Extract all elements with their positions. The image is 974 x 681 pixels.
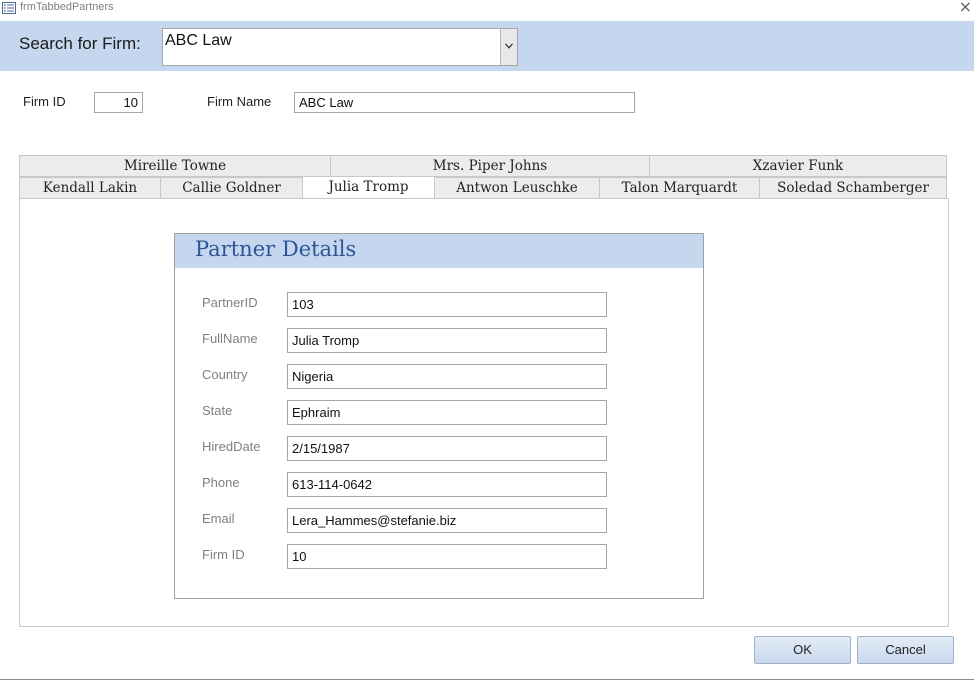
firm-id-label: Firm ID xyxy=(23,94,66,109)
firm-name-label: Firm Name xyxy=(207,94,272,109)
tab-partner[interactable]: Antwon Leuschke xyxy=(434,177,600,199)
partner-details-header: Partner Details xyxy=(175,234,703,268)
partner-tabs-row-1: Mireille Towne Mrs. Piper Johns Xzavier … xyxy=(19,155,947,177)
search-header: Search for Firm: ABC Law xyxy=(0,21,974,71)
country-field[interactable]: Nigeria xyxy=(287,364,607,389)
search-label: Search for Firm: xyxy=(19,34,141,53)
country-label: Country xyxy=(202,367,248,382)
partner-firm-id-label: Firm ID xyxy=(202,547,245,562)
hireddate-field[interactable]: 2/15/1987 xyxy=(287,436,607,461)
firm-search-value[interactable]: ABC Law xyxy=(165,32,232,50)
firm-id-field[interactable]: 10 xyxy=(94,92,143,113)
fullname-field[interactable]: Julia Tromp xyxy=(287,328,607,353)
tab-partner[interactable]: Mrs. Piper Johns xyxy=(330,155,650,177)
tab-partner[interactable]: Mireille Towne xyxy=(19,155,331,177)
state-label: State xyxy=(202,403,233,418)
email-label: Email xyxy=(202,511,235,526)
partner-tabs-row-2: Kendall Lakin Callie Goldner Julia Tromp… xyxy=(19,176,947,199)
bottom-divider xyxy=(0,679,974,680)
close-icon[interactable]: × xyxy=(959,0,972,16)
email-field[interactable]: Lera_Hammes@stefanie.biz xyxy=(287,508,607,533)
partnerid-label: PartnerID xyxy=(202,295,258,310)
phone-label: Phone xyxy=(202,475,240,490)
firm-name-field[interactable]: ABC Law xyxy=(294,92,635,113)
partner-firm-id-field[interactable]: 10 xyxy=(287,544,607,569)
title-bar: frmTabbedPartners × xyxy=(0,0,974,20)
cancel-button[interactable]: Cancel xyxy=(857,636,954,664)
ok-button[interactable]: OK xyxy=(754,636,851,664)
tab-partner[interactable]: Callie Goldner xyxy=(160,177,303,199)
tab-partner[interactable]: Xzavier Funk xyxy=(649,155,947,177)
window-title: frmTabbedPartners xyxy=(20,1,114,13)
tab-partner[interactable]: Kendall Lakin xyxy=(19,177,161,199)
tab-partner-active[interactable]: Julia Tromp xyxy=(302,176,435,199)
partnerid-field[interactable]: 103 xyxy=(287,292,607,317)
dropdown-button[interactable] xyxy=(500,29,517,65)
hireddate-label: HiredDate xyxy=(202,439,261,454)
form-icon xyxy=(2,2,16,14)
firm-search-combobox[interactable]: ABC Law xyxy=(162,28,518,66)
tab-partner[interactable]: Talon Marquardt xyxy=(599,177,760,199)
state-field[interactable]: Ephraim xyxy=(287,400,607,425)
fullname-label: FullName xyxy=(202,331,258,346)
partner-details-card: Partner Details PartnerID 103 FullName J… xyxy=(174,233,704,599)
phone-field[interactable]: 613-114-0642 xyxy=(287,472,607,497)
tab-partner[interactable]: Soledad Schamberger xyxy=(759,177,947,199)
partner-details-title: Partner Details xyxy=(195,237,357,261)
chevron-down-icon xyxy=(505,43,513,49)
